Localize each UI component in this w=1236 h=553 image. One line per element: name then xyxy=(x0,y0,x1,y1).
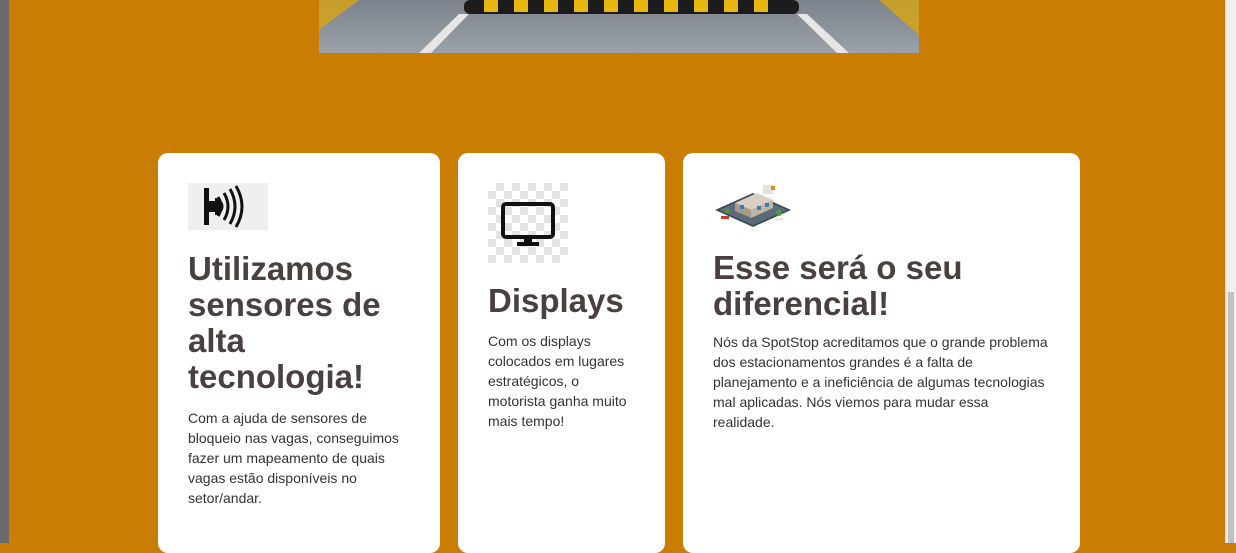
left-edge-strip xyxy=(0,0,9,543)
card-text: Com a ajuda de sensores de bloqueio nas … xyxy=(188,410,399,506)
feature-card-differential: Esse será o seu diferencial! Nós da Spot… xyxy=(683,153,1080,553)
card-title: Displays xyxy=(488,282,624,319)
card-title: Esse será o seu diferencial! xyxy=(713,249,963,322)
proximity-sensor-icon xyxy=(188,183,268,230)
feature-card-displays: Displays Com os displays colocados em lu… xyxy=(458,153,665,553)
scrollbar-thumb[interactable] xyxy=(1228,292,1234,543)
card-title: Utilizamos sensores de alta tecnologia! xyxy=(188,250,381,395)
card-text: Com os displays colocados em lugares est… xyxy=(488,333,627,429)
vertical-scrollbar[interactable] xyxy=(1225,0,1236,543)
card-text: Nós da SpotStop acreditamos que o grande… xyxy=(713,334,1048,430)
hero-image xyxy=(319,0,919,53)
feature-card-sensors: Utilizamos sensores de alta tecnologia! … xyxy=(158,153,440,553)
parking-garage-photo xyxy=(319,0,919,53)
monitor-icon xyxy=(488,183,568,263)
parking-building-icon xyxy=(713,183,793,228)
